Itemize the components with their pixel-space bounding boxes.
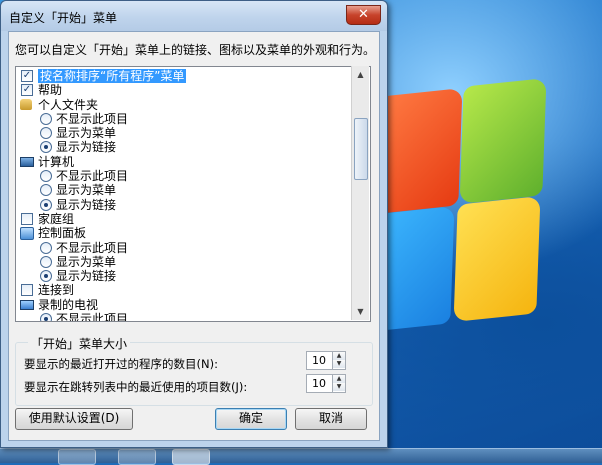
dialog-client-area: 您可以自定义「开始」菜单上的链接、图标以及菜单的外观和行为。 ✓ 按名称排序“所有… — [8, 31, 380, 441]
radio-button[interactable] — [40, 270, 52, 283]
options-list-rows: ✓ 按名称排序“所有程序”菜单 ✓ 帮助 个人文件夹 不显示此项目 显示为菜单 显示为链接 计算… — [20, 69, 350, 322]
checkbox[interactable]: ✓ — [21, 84, 33, 97]
computer-icon — [20, 156, 34, 167]
radio-button[interactable] — [40, 198, 52, 211]
scroll-up-arrow-icon[interactable]: ▲ — [352, 66, 369, 83]
radio-button[interactable] — [40, 170, 52, 183]
recent-programs-spinner[interactable]: 10 ▲ ▼ — [306, 351, 346, 370]
taskbar-explorer-button[interactable] — [58, 449, 96, 465]
taskbar — [0, 448, 602, 465]
list-item[interactable]: 显示为链接 — [20, 140, 350, 154]
list-item-label: 家庭组 — [38, 211, 75, 226]
logo-pane-yellow — [453, 196, 541, 322]
title-bar: 自定义「开始」菜单 ✕ — [1, 1, 387, 31]
list-item: 录制的电视 — [20, 298, 350, 312]
list-item-label: 录制的电视 — [38, 297, 99, 312]
spin-down-icon[interactable]: ▼ — [333, 360, 345, 368]
list-item-label: 显示为菜单 — [56, 126, 117, 141]
spin-down-icon[interactable]: ▼ — [333, 383, 345, 391]
list-item[interactable]: ✓ 帮助 — [20, 83, 350, 97]
jumplist-items-spinner[interactable]: 10 ▲ ▼ — [306, 374, 346, 393]
radio-button[interactable] — [40, 141, 52, 154]
control-panel-icon — [20, 227, 34, 241]
list-item[interactable]: 不显示此项目 — [20, 312, 350, 322]
close-button[interactable]: ✕ — [346, 5, 381, 25]
list-item[interactable]: 显示为菜单 — [20, 183, 350, 197]
options-list-scrollbar[interactable]: ▲ ▼ — [351, 66, 369, 320]
list-item: 控制面板 — [20, 226, 350, 241]
recent-programs-spin-buttons: ▲ ▼ — [332, 352, 345, 369]
list-item[interactable]: 显示为链接 — [20, 198, 350, 212]
list-item-label: 不显示此项目 — [56, 240, 129, 255]
logo-pane-red — [375, 88, 463, 214]
list-item: 个人文件夹 — [20, 98, 350, 112]
checkbox[interactable] — [21, 212, 33, 225]
list-item[interactable]: 连接到 — [20, 283, 350, 297]
menu-size-title: 「开始」菜单大小 — [28, 335, 131, 352]
jumplist-items-value[interactable]: 10 — [312, 377, 326, 390]
list-item-label: 显示为菜单 — [56, 254, 117, 269]
list-item-label: 个人文件夹 — [38, 97, 99, 112]
list-item[interactable]: ✓ 按名称排序“所有程序”菜单 — [20, 69, 350, 83]
radio-button[interactable] — [40, 255, 52, 268]
list-item-label: 控制面板 — [38, 226, 87, 241]
options-list[interactable]: ✓ 按名称排序“所有程序”菜单 ✓ 帮助 个人文件夹 不显示此项目 显示为菜单 显示为链接 计算… — [15, 66, 371, 322]
list-item-label: 不显示此项目 — [56, 169, 129, 184]
jumplist-items-label: 要显示在跳转列表中的最近使用的项目数(J): — [24, 380, 248, 394]
list-item-label: 显示为链接 — [56, 140, 117, 155]
list-item[interactable]: 显示为菜单 — [20, 126, 350, 140]
checkbox[interactable]: ✓ — [21, 70, 33, 82]
recent-programs-value[interactable]: 10 — [312, 354, 326, 367]
window-title: 自定义「开始」菜单 — [9, 11, 118, 25]
scroll-thumb[interactable] — [354, 118, 368, 180]
list-item[interactable]: 不显示此项目 — [20, 169, 350, 183]
checkbox[interactable] — [21, 284, 33, 297]
radio-button[interactable] — [40, 313, 52, 321]
user-folder-icon — [20, 98, 32, 110]
menu-size-group: 「开始」菜单大小 要显示的最近打开过的程序的数目(N): 10 ▲ ▼ 要显示在… — [15, 335, 373, 406]
ok-button[interactable]: 确定 — [215, 408, 287, 430]
list-item[interactable]: 显示为链接 — [20, 269, 350, 283]
cancel-button[interactable]: 取消 — [295, 408, 367, 430]
customize-start-menu-dialog: 自定义「开始」菜单 ✕ 您可以自定义「开始」菜单上的链接、图标以及菜单的外观和行… — [0, 0, 388, 448]
recent-programs-label: 要显示的最近打开过的程序的数目(N): — [24, 357, 218, 371]
list-item-label: 计算机 — [38, 154, 75, 169]
jumplist-spin-buttons: ▲ ▼ — [332, 375, 345, 392]
list-item[interactable]: 不显示此项目 — [20, 112, 350, 126]
list-item-label: 连接到 — [38, 283, 75, 298]
scroll-down-arrow-icon[interactable]: ▼ — [352, 303, 369, 320]
recorded-tv-icon — [20, 299, 34, 310]
taskbar-app-button[interactable] — [118, 449, 156, 465]
radio-button[interactable] — [40, 112, 52, 125]
dialog-description: 您可以自定义「开始」菜单上的链接、图标以及菜单的外观和行为。 — [15, 43, 376, 57]
list-item-label: 显示为菜单 — [56, 183, 117, 198]
list-item-label: 不显示此项目 — [56, 111, 129, 126]
list-item[interactable]: 显示为菜单 — [20, 255, 350, 269]
radio-button[interactable] — [40, 241, 52, 254]
use-default-settings-button[interactable]: 使用默认设置(D) — [15, 408, 133, 430]
taskbar-active-button[interactable] — [172, 449, 210, 465]
list-item-label: 帮助 — [38, 83, 63, 98]
list-item[interactable]: 不显示此项目 — [20, 241, 350, 255]
list-item-label: 显示为链接 — [56, 197, 117, 212]
list-item-label: 不显示此项目 — [56, 312, 129, 322]
radio-button[interactable] — [40, 184, 52, 197]
list-item: 计算机 — [20, 155, 350, 169]
list-item-label: 按名称排序“所有程序”菜单 — [38, 69, 187, 83]
list-item[interactable]: 家庭组 — [20, 212, 350, 226]
list-item-label: 显示为链接 — [56, 269, 117, 284]
logo-pane-green — [459, 78, 547, 204]
radio-button[interactable] — [40, 127, 52, 140]
